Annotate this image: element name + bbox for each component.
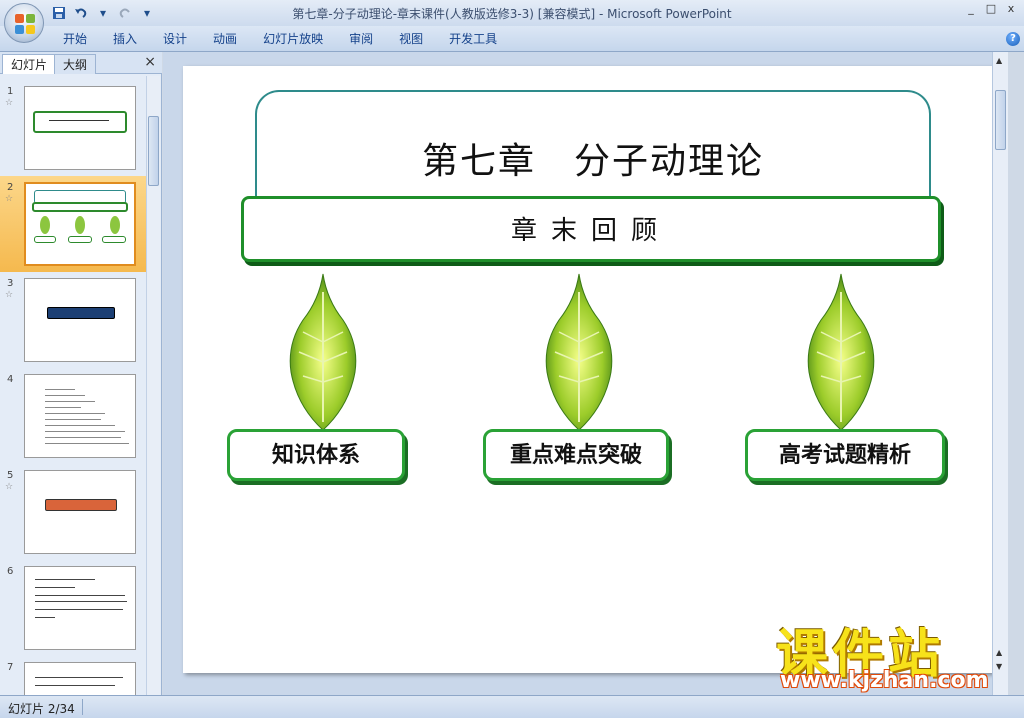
window-title: 第七章-分子动理论-章末课件(人教版选修3-3) [兼容模式] - Micros… — [292, 7, 732, 21]
slide-editor: 第七章 分子动理论 章末回顾 知识体系 重点难点突破 高考试题精析 ▲ ▲ ▼ — [163, 52, 1008, 695]
thumbnail-preview — [24, 470, 136, 554]
animation-star-icon: ☆ — [5, 290, 14, 300]
tab-slides[interactable]: 幻灯片 — [2, 54, 57, 74]
slide-thumbnail-1[interactable]: 1 ☆ — [0, 80, 146, 176]
status-divider — [82, 699, 83, 715]
ribbon: 开始 插入 设计 动画 幻灯片放映 审阅 视图 开发工具 ? — [0, 26, 1024, 52]
topic-button-knowledge-system[interactable]: 知识体系 — [227, 429, 405, 481]
office-button[interactable] — [4, 3, 44, 43]
slide-scrollbar[interactable]: ▲ ▲ ▼ — [992, 52, 1008, 695]
slide-indicator: 幻灯片 2/34 — [8, 702, 75, 716]
close-button[interactable]: x — [1002, 2, 1020, 16]
pane-tabs: 幻灯片 大纲 × — [0, 52, 162, 74]
slide-number: 6 — [7, 566, 14, 577]
animation-star-icon: ☆ — [5, 194, 14, 204]
topic-button-exam-analysis[interactable]: 高考试题精析 — [745, 429, 945, 481]
tab-slideshow[interactable]: 幻灯片放映 — [250, 30, 336, 48]
slide-number: 5 — [7, 470, 14, 481]
ribbon-tabs: 开始 插入 设计 动画 幻灯片放映 审阅 视图 开发工具 — [50, 30, 510, 48]
slide-number: 7 — [7, 662, 14, 673]
slide-canvas[interactable]: 第七章 分子动理论 章末回顾 知识体系 重点难点突破 高考试题精析 — [183, 66, 993, 673]
window-controls: _ □ x — [962, 2, 1020, 16]
thumbnail-scrollbar[interactable] — [146, 76, 160, 695]
slide-thumbnail-2[interactable]: 2 ☆ — [0, 176, 146, 272]
animation-star-icon: ☆ — [5, 98, 14, 108]
status-bar: 幻灯片 2/34 — [0, 695, 1024, 718]
help-icon[interactable]: ? — [1006, 32, 1020, 46]
thumbnail-preview — [24, 86, 136, 170]
office-logo-icon — [15, 14, 35, 34]
slide-thumbnail-3[interactable]: 3 ☆ — [0, 272, 146, 368]
tab-insert[interactable]: 插入 — [100, 30, 150, 48]
animation-star-icon: ☆ — [5, 482, 14, 492]
slide-thumbnail-4[interactable]: 4 — [0, 368, 146, 464]
slide-subtitle[interactable]: 章末回顾 — [241, 210, 941, 247]
thumbnail-preview — [24, 182, 136, 266]
tab-outline[interactable]: 大纲 — [54, 54, 97, 74]
topic-button-key-difficulties[interactable]: 重点难点突破 — [483, 429, 669, 481]
leaf-icon — [289, 273, 357, 431]
thumbnail-preview — [24, 374, 136, 458]
slide-title[interactable]: 第七章 分子动理论 — [255, 132, 931, 184]
slide-thumbnail-5[interactable]: 5 ☆ — [0, 464, 146, 560]
slide-number: 3 — [7, 278, 14, 289]
slide-number: 4 — [7, 374, 14, 385]
tab-review[interactable]: 审阅 — [336, 30, 386, 48]
slide-number: 1 — [7, 86, 14, 97]
watermark-url: www.kjzhan.com — [780, 668, 989, 693]
tab-animations[interactable]: 动画 — [200, 30, 250, 48]
tab-view[interactable]: 视图 — [386, 30, 436, 48]
scrollbar-thumb[interactable] — [148, 116, 159, 186]
scroll-up-icon[interactable]: ▲ — [996, 56, 1002, 65]
maximize-button[interactable]: □ — [982, 2, 1000, 16]
thumbnail-preview — [24, 278, 136, 362]
slide-thumbnail-7[interactable]: 7 — [0, 656, 146, 695]
scrollbar-thumb[interactable] — [995, 90, 1006, 150]
slides-pane: 幻灯片 大纲 × 1 ☆ 2 ☆ 3 ☆ 4 5 ☆ 6 7 — [0, 52, 162, 695]
close-pane-icon[interactable]: × — [144, 54, 156, 70]
tab-home[interactable]: 开始 — [50, 30, 100, 48]
title-bar: ▾ ▾ 第七章-分子动理论-章末课件(人教版选修3-3) [兼容模式] - Mi… — [0, 0, 1024, 43]
thumbnail-preview — [24, 566, 136, 650]
slide-thumbnail-6[interactable]: 6 — [0, 560, 146, 656]
watermark: 课件站 www.kjzhan.com — [770, 612, 1010, 696]
slide-thumbnail-list: 1 ☆ 2 ☆ 3 ☆ 4 5 ☆ 6 7 — [0, 76, 146, 695]
slide-number: 2 — [7, 182, 14, 193]
leaf-icon — [545, 273, 613, 431]
tab-design[interactable]: 设计 — [150, 30, 200, 48]
minimize-button[interactable]: _ — [962, 2, 980, 16]
tab-developer[interactable]: 开发工具 — [436, 30, 510, 48]
thumbnail-preview — [24, 662, 136, 695]
leaf-icon — [807, 273, 875, 431]
